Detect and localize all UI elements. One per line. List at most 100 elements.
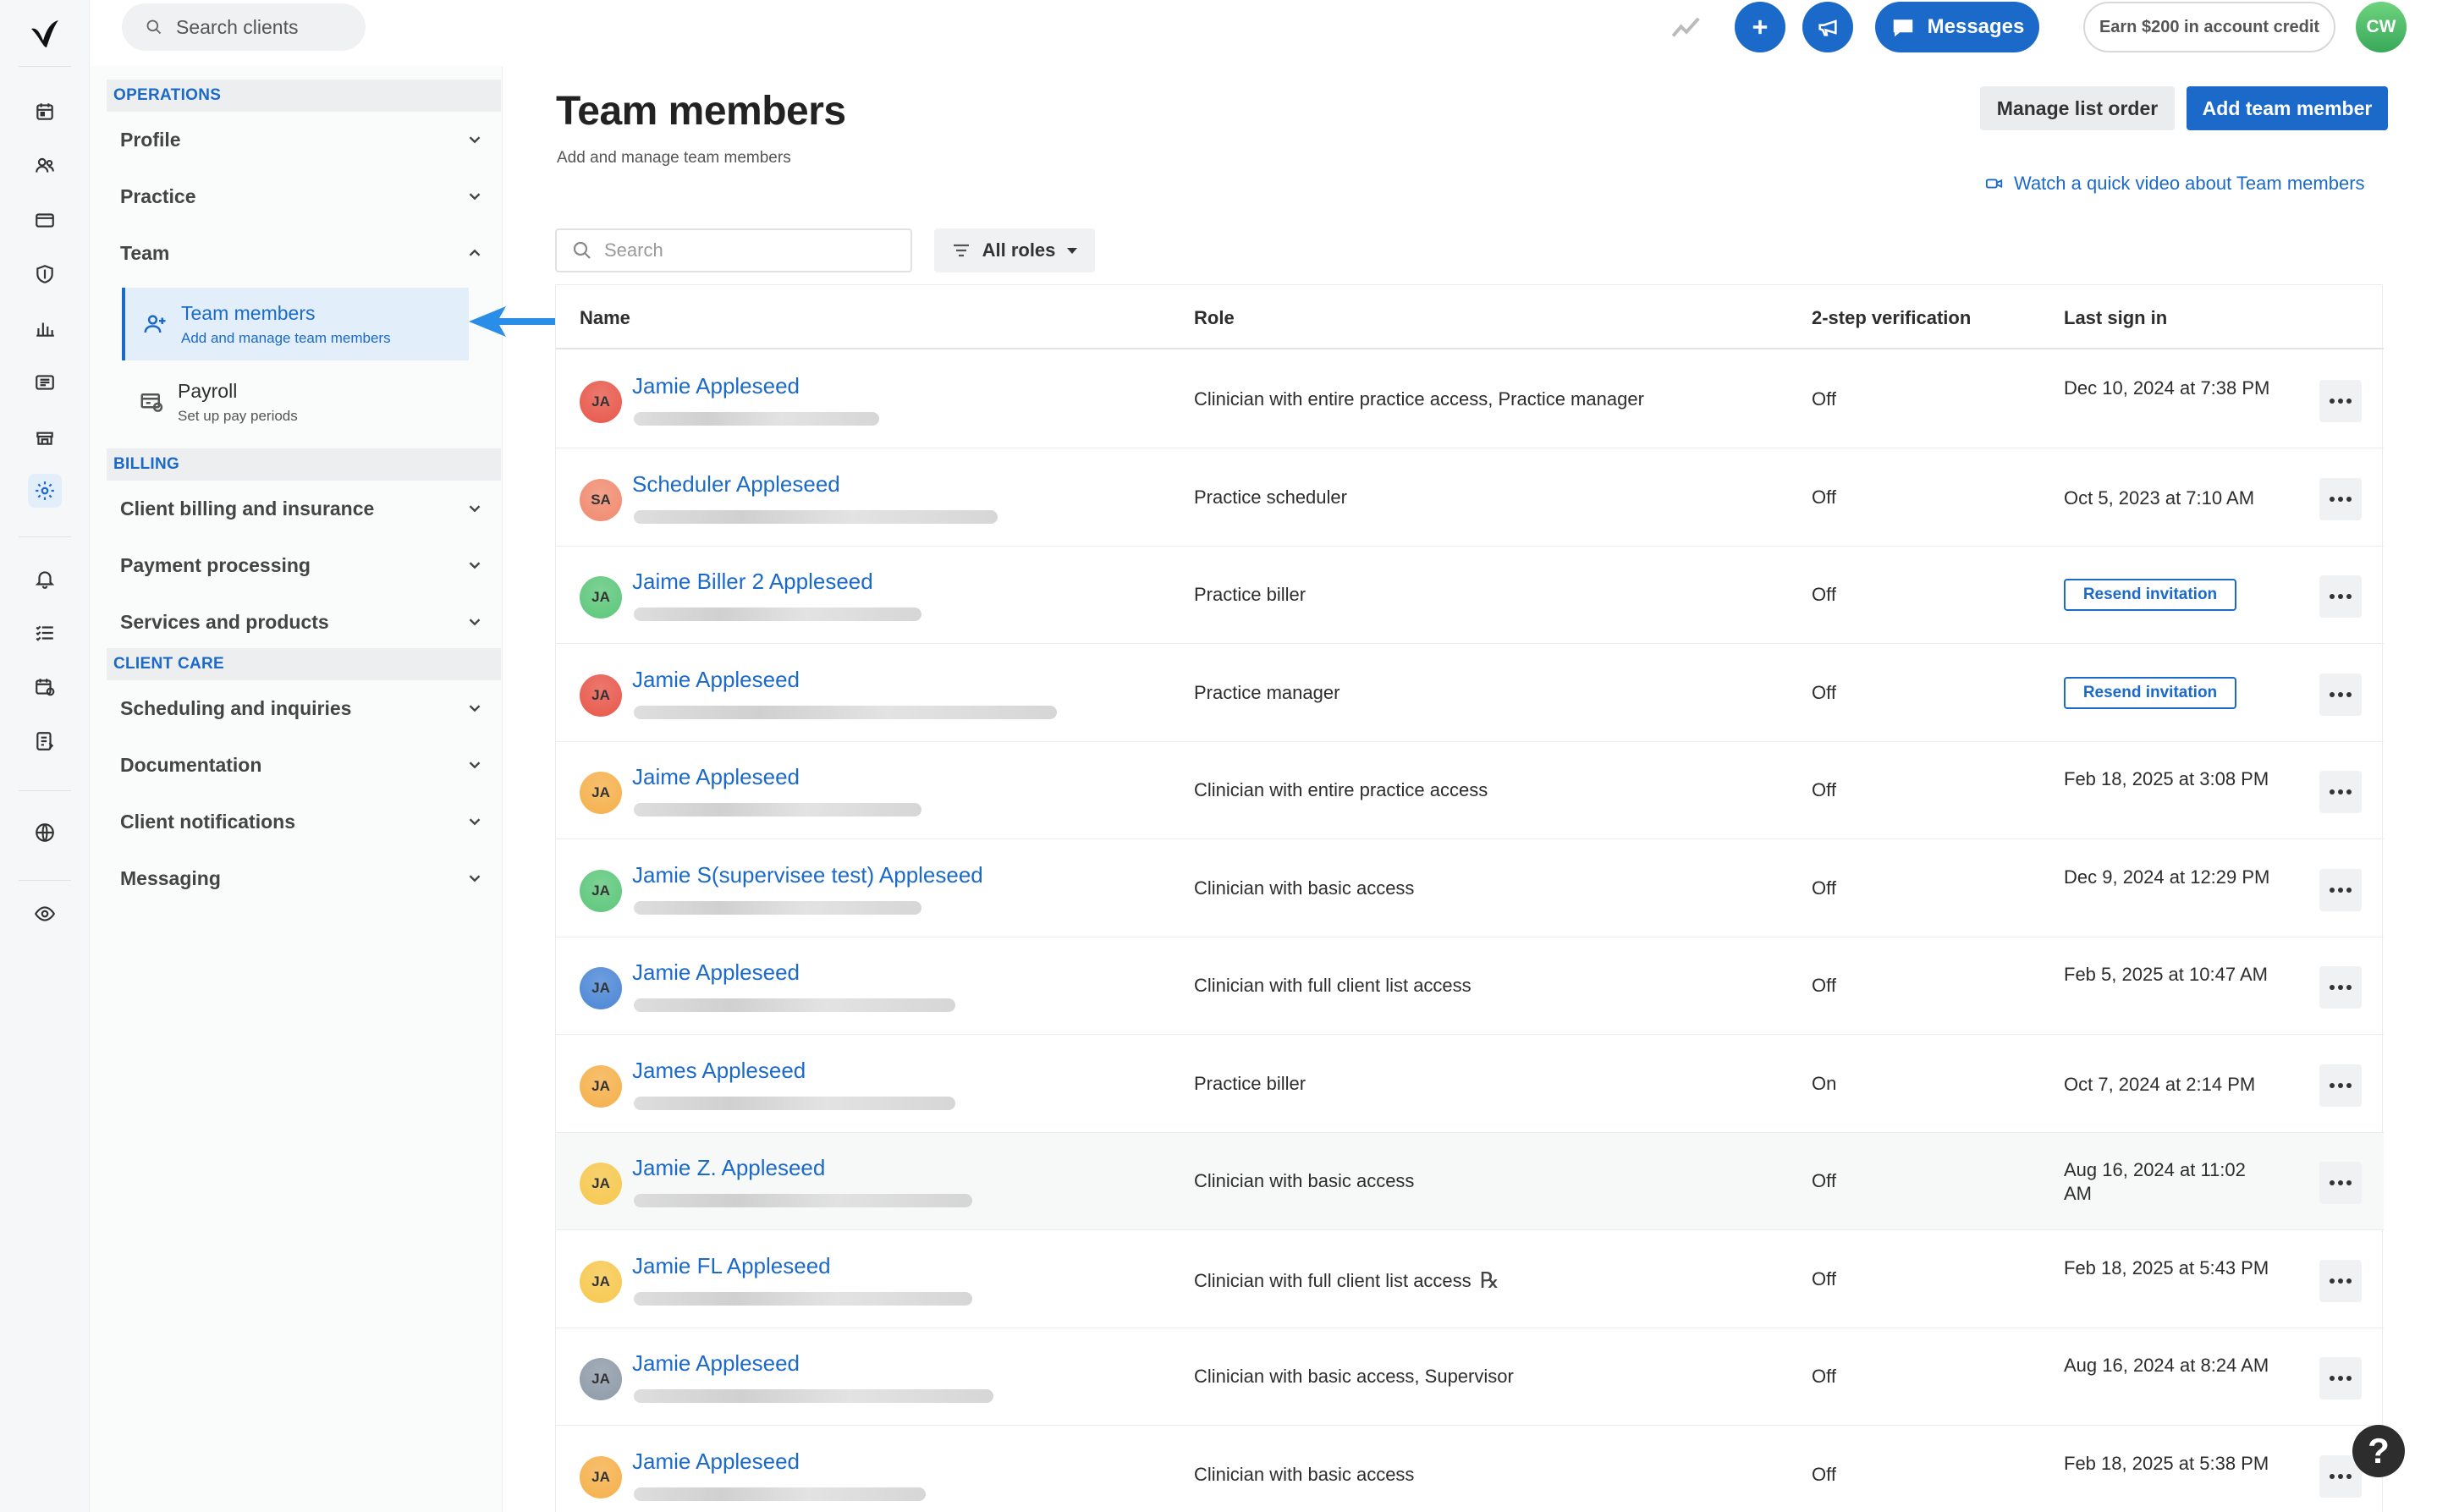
member-name-link[interactable]: Jamie Appleseed <box>632 1350 800 1377</box>
member-avatar: JA <box>580 772 622 814</box>
globe-icon[interactable] <box>28 816 62 849</box>
earn-credit-label: Earn $200 in account credit <box>2099 17 2320 36</box>
table-row[interactable]: JA Jaime Biller 2 Appleseed Practice bille… <box>556 547 2384 644</box>
nav-item-client-notifications[interactable]: Client notifications <box>120 800 484 843</box>
member-name-link[interactable]: Scheduler Appleseed <box>632 471 840 498</box>
member-name-link[interactable]: Jaime Biller 2 Appleseed <box>632 569 873 595</box>
table-row[interactable]: JA Jamie Appleseed Clinician with basic ac… <box>556 1427 2384 1512</box>
member-name-link[interactable]: Jamie Appleseed <box>632 667 800 693</box>
tasks-list-icon[interactable] <box>28 616 62 650</box>
resend-invitation-button[interactable]: Resend invitation <box>2064 579 2236 611</box>
create-new-button[interactable] <box>1735 2 1785 52</box>
sub-item-payroll[interactable]: Payroll Set up pay periods <box>122 366 469 438</box>
billing-card-icon[interactable] <box>28 203 62 237</box>
ellipsis-dot-icon <box>2346 1473 2352 1479</box>
chevron-up-icon <box>469 249 481 256</box>
column-header-two-step[interactable]: 2-step verification <box>1812 307 1971 329</box>
more-actions-button[interactable] <box>2319 380 2362 422</box>
nav-item-label: Services and products <box>120 610 329 633</box>
page-title: Team members <box>556 89 846 134</box>
member-name-link[interactable]: James Appleseed <box>632 1058 806 1084</box>
member-name-link[interactable]: Jamie FL Appleseed <box>632 1253 831 1279</box>
sub-item-team-members[interactable]: Team members Add and manage team members <box>122 288 469 360</box>
nav-item-client-billing[interactable]: Client billing and insurance <box>120 487 484 530</box>
more-actions-button[interactable] <box>2319 477 2362 520</box>
more-actions-button[interactable] <box>2319 966 2362 1009</box>
clients-icon[interactable] <box>28 149 62 183</box>
more-actions-button[interactable] <box>2319 771 2362 813</box>
table-row[interactable]: JA Jamie Appleseed Practice manager Off Rese… <box>556 645 2384 742</box>
member-role-cell: Clinician with basic access, Supervisor <box>1194 1366 1514 1388</box>
column-header-last-sign-in[interactable]: Last sign in <box>2064 307 2167 329</box>
schedule-requests-icon[interactable] <box>28 670 62 704</box>
roles-filter-dropdown[interactable]: All roles <box>934 228 1095 272</box>
notes-icon[interactable] <box>28 724 62 758</box>
client-search-input[interactable]: Search clients <box>122 3 366 51</box>
chevron-down-icon <box>469 875 481 882</box>
table-row[interactable]: JA Jamie Appleseed Clinician with entire p… <box>556 351 2384 448</box>
analytics-icon[interactable] <box>28 311 62 345</box>
privacy-eye-icon[interactable] <box>28 897 62 931</box>
nav-item-scheduling[interactable]: Scheduling and inquiries <box>120 687 484 729</box>
nav-item-documentation[interactable]: Documentation <box>120 744 484 786</box>
plus-icon <box>1752 19 1768 35</box>
nav-item-practice[interactable]: Practice <box>120 175 484 217</box>
trend-chart-icon[interactable] <box>1670 12 1703 44</box>
member-name-link[interactable]: Jamie S(supervisee test) Appleseed <box>632 862 983 888</box>
nav-item-services-products[interactable]: Services and products <box>120 601 484 643</box>
nav-item-label: Team <box>120 241 170 264</box>
table-row[interactable]: SA Scheduler Appleseed Practice scheduler O… <box>556 449 2384 547</box>
notifications-bell-icon[interactable] <box>28 562 62 596</box>
team-search-input[interactable]: Search <box>555 228 912 272</box>
nav-item-profile[interactable]: Profile <box>120 118 484 161</box>
more-actions-button[interactable] <box>2319 868 2362 911</box>
resend-invitation-button[interactable]: Resend invitation <box>2064 676 2236 709</box>
member-name-link[interactable]: Jamie Z. Appleseed <box>632 1155 825 1181</box>
add-team-member-button[interactable]: Add team member <box>2187 86 2388 130</box>
ellipsis-dot-icon <box>2338 1082 2343 1088</box>
messages-button[interactable]: Messages <box>1875 2 2039 52</box>
pointer-arrow-icon <box>469 306 555 337</box>
app-logo-icon[interactable] <box>28 17 62 51</box>
manage-list-order-button[interactable]: Manage list order <box>1980 86 2175 130</box>
member-name-link[interactable]: Jaime Appleseed <box>632 764 800 790</box>
member-role-cell: Practice manager <box>1194 682 1340 704</box>
table-row[interactable]: JA James Appleseed Practice biller On Oct 7,… <box>556 1036 2384 1133</box>
last-sign-in: Oct 7, 2024 at 2:14 PM <box>2064 1073 2256 1095</box>
more-actions-button[interactable] <box>2319 1357 2362 1399</box>
earn-credit-button[interactable]: Earn $200 in account credit <box>2083 2 2335 52</box>
column-header-role[interactable]: Role <box>1194 307 1235 329</box>
member-name-link[interactable]: Jamie Appleseed <box>632 1449 800 1475</box>
table-row[interactable]: JA Jaime Appleseed Clinician with entire p… <box>556 742 2384 839</box>
more-actions-button[interactable] <box>2319 1064 2362 1107</box>
two-step-status: Off <box>1812 1170 1836 1191</box>
table-row[interactable]: JA Jamie FL Appleseed Clinician with full … <box>556 1231 2384 1328</box>
table-row[interactable]: JA Jamie S(supervisee test) Appleseed Clin… <box>556 840 2384 937</box>
help-button[interactable]: ? <box>2352 1425 2405 1477</box>
redacted-email <box>634 1487 926 1501</box>
table-row[interactable]: JA Jamie Z. Appleseed Clinician with basic… <box>556 1133 2384 1230</box>
announcements-button[interactable] <box>1802 2 1853 52</box>
column-header-name[interactable]: Name <box>580 307 630 329</box>
more-actions-button[interactable] <box>2319 1162 2362 1204</box>
member-name-link[interactable]: Jamie Appleseed <box>632 373 800 399</box>
member-name-link[interactable]: Jamie Appleseed <box>632 959 800 986</box>
marketplace-icon[interactable] <box>28 420 62 454</box>
more-actions-button[interactable] <box>2319 673 2362 716</box>
table-row[interactable]: JA Jamie Appleseed Clinician with basic ac… <box>556 1328 2384 1426</box>
ellipsis-dot-icon <box>2346 594 2352 599</box>
member-role: Clinician with entire practice access <box>1194 779 1488 800</box>
insurance-shield-icon[interactable] <box>28 257 62 291</box>
nav-item-team[interactable]: Team <box>120 232 484 274</box>
watch-video-link[interactable]: Watch a quick video about Team members <box>1985 173 2365 195</box>
user-avatar[interactable]: CW <box>2356 2 2407 52</box>
calendar-icon[interactable] <box>28 95 62 129</box>
more-actions-button[interactable] <box>2319 1259 2362 1302</box>
nav-item-messaging[interactable]: Messaging <box>120 857 484 899</box>
documents-icon[interactable] <box>28 366 62 399</box>
nav-item-payment-processing[interactable]: Payment processing <box>120 544 484 586</box>
ellipsis-dot-icon <box>2330 985 2335 990</box>
settings-gear-icon[interactable] <box>28 474 62 508</box>
more-actions-button[interactable] <box>2319 575 2362 618</box>
table-row[interactable]: JA Jamie Appleseed Clinician with full cli… <box>556 937 2384 1035</box>
